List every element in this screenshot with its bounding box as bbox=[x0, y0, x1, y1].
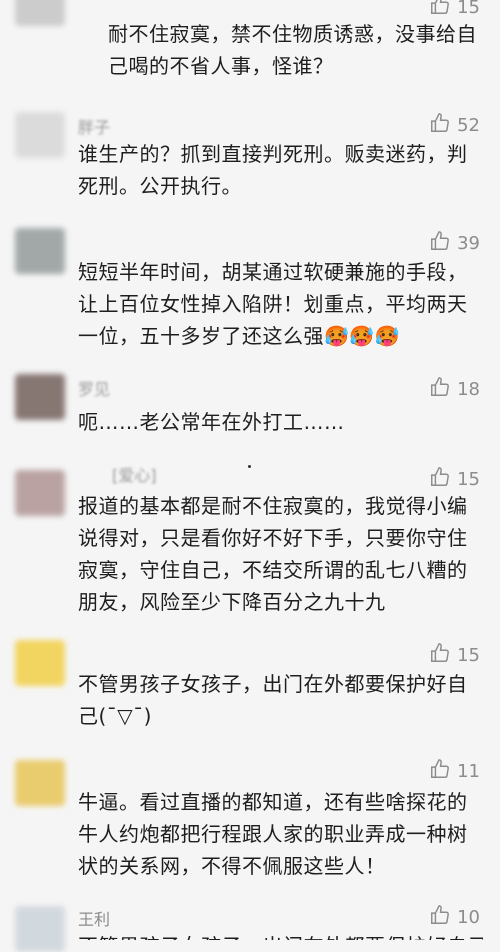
thumbs-up-icon bbox=[429, 376, 451, 403]
like-button[interactable]: 39 bbox=[429, 230, 480, 257]
like-count: 15 bbox=[457, 645, 480, 666]
avatar[interactable] bbox=[15, 228, 65, 274]
avatar[interactable] bbox=[15, 374, 65, 420]
like-count: 15 bbox=[457, 469, 480, 490]
avatar[interactable] bbox=[15, 760, 65, 806]
like-button[interactable]: 52 bbox=[429, 112, 480, 139]
like-button[interactable]: 10 bbox=[429, 904, 480, 931]
commenter-name[interactable]: 罗见 bbox=[78, 376, 110, 400]
avatar[interactable] bbox=[15, 112, 65, 158]
avatar[interactable] bbox=[15, 470, 65, 516]
thumbs-up-icon bbox=[429, 112, 451, 139]
avatar[interactable] bbox=[15, 0, 65, 26]
avatar[interactable] bbox=[15, 640, 65, 686]
thumbs-up-icon bbox=[429, 642, 451, 669]
comment-item: 39 短短半年时间，胡某通过软硬兼施的手段，让上百位女性掉入陷阱！划重点，平均两… bbox=[0, 220, 500, 365]
like-button[interactable]: 18 bbox=[429, 376, 480, 403]
like-count: 39 bbox=[457, 233, 480, 254]
like-count: 11 bbox=[457, 761, 480, 782]
thumbs-up-icon bbox=[429, 758, 451, 785]
comment-text: 牛逼。看过直播的都知道，还有些啥探花的牛人约炮都把行程跟人家的职业弄成一种树状的… bbox=[78, 790, 468, 878]
comment-text: 耐不住寂寞，禁不住物质诱惑，没事给自己喝的不省人事，怪谁？ bbox=[108, 22, 477, 78]
comment-item: 11 牛逼。看过直播的都知道，还有些啥探花的牛人约炮都把行程跟人家的职业弄成一种… bbox=[0, 758, 500, 898]
comment-item: 胖子 52 谁生产的？抓到直接判死刑。贩卖迷药，判死刑。公开执行。 bbox=[0, 100, 500, 210]
comment-item: 15 不管男孩子女孩子，出门在外都要保护好自己(¯▽¯) bbox=[0, 640, 500, 740]
comment-item: 罗见 18 呃……老公常年在外打工…… bbox=[0, 368, 500, 448]
comment-text: 报道的基本都是耐不住寂寞的，我觉得小编说得对，只是看你好不好下手，只要你守住寂寞… bbox=[78, 494, 468, 614]
like-count: 10 bbox=[457, 907, 480, 928]
comment-text: 短短半年时间，胡某通过软硬兼施的手段，让上百位女性掉入陷阱！划重点，平均两天一位… bbox=[78, 260, 468, 348]
like-count: 52 bbox=[457, 115, 480, 136]
avatar[interactable] bbox=[15, 906, 65, 952]
like-count: 18 bbox=[457, 379, 480, 400]
comment-text: 谁生产的？抓到直接判死刑。贩卖迷药，判死刑。公开执行。 bbox=[78, 142, 468, 198]
comment-text: 不管男孩子女孩子，出门在外都要保护好自己 bbox=[78, 930, 483, 940]
thumbs-up-icon bbox=[429, 466, 451, 493]
comment-item: 15 耐不住寂寞，禁不住物质诱惑，没事给自己喝的不省人事，怪谁？ bbox=[0, 0, 500, 100]
like-button[interactable]: 11 bbox=[429, 758, 480, 785]
comment-text: 呃……老公常年在外打工…… bbox=[78, 410, 345, 434]
commenter-name[interactable]: 王利 bbox=[78, 906, 110, 930]
thumbs-up-icon bbox=[429, 230, 451, 257]
like-count: 15 bbox=[457, 0, 480, 18]
like-button[interactable]: 15 bbox=[429, 642, 480, 669]
commenter-name[interactable]: [爱心] bbox=[112, 462, 157, 486]
commenter-name[interactable]: 胖子 bbox=[78, 114, 110, 138]
comment-item: [爱心] 15 报道的基本都是耐不住寂寞的，我觉得小编说得对，只是看你好不好下手… bbox=[0, 462, 500, 632]
comment-item: 王利 10 不管男孩子女孩子，出门在外都要保护好自己 bbox=[0, 900, 500, 952]
like-button[interactable]: 15 bbox=[429, 466, 480, 493]
comment-text: 不管男孩子女孩子，出门在外都要保护好自己(¯▽¯) bbox=[78, 672, 468, 728]
thumbs-up-icon bbox=[429, 904, 451, 931]
